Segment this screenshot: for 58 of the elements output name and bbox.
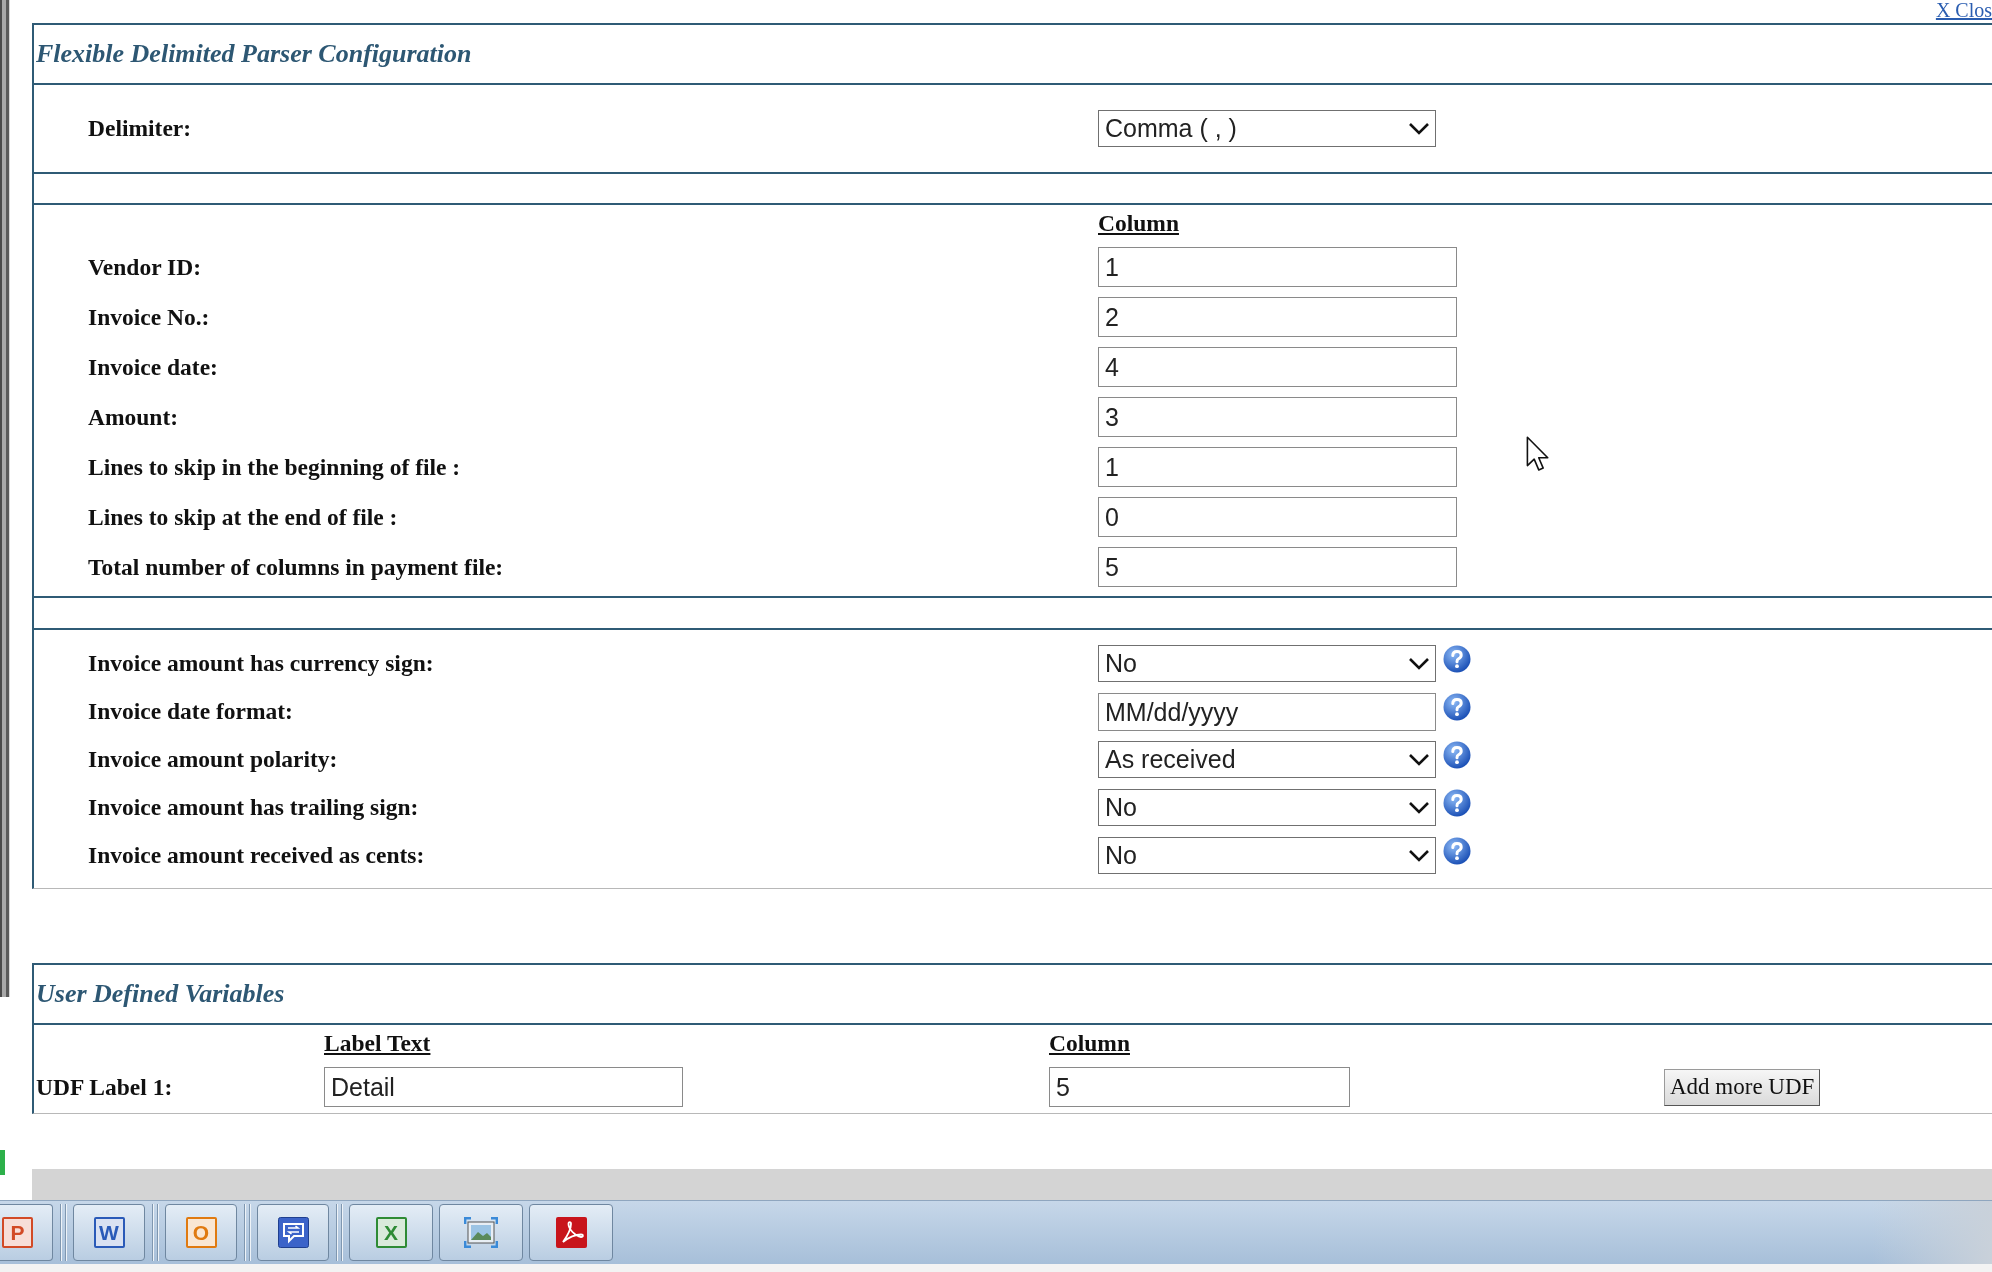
close-link[interactable]: X Clos (1935, 0, 1992, 20)
chat-arrows-icon (277, 1217, 309, 1248)
column-input[interactable]: 3 (1098, 397, 1457, 437)
field-label: Invoice amount has trailing sign: (88, 794, 419, 821)
column-header: Column (1049, 1030, 1130, 1057)
field-label: Lines to skip at the end of file : (88, 503, 398, 531)
mouse-pointer-icon (1526, 436, 1551, 473)
field-label: Vendor ID: (88, 253, 201, 281)
edge-mark-icon (0, 1150, 5, 1175)
column-input[interactable]: 1 (1098, 447, 1457, 487)
column-input[interactable]: 4 (1098, 347, 1457, 387)
help-icon[interactable] (1443, 789, 1471, 817)
chevron-down-icon (1408, 122, 1430, 135)
column-header: Column (1098, 210, 1179, 237)
field-label: Invoice amount has currency sign: (88, 650, 434, 677)
field-label: Total number of columns in payment file: (88, 553, 504, 581)
pdf-icon (555, 1217, 587, 1248)
field-label: Amount: (88, 403, 179, 431)
add-udf-button[interactable]: Add more UDF (1664, 1068, 1821, 1106)
letter-tile-icon: P (2, 1217, 33, 1248)
column-input[interactable]: 2 (1098, 297, 1457, 337)
column-input[interactable]: 5 (1049, 1067, 1350, 1107)
taskbar-button[interactable] (529, 1204, 613, 1261)
field-label: Invoice date: (88, 353, 218, 381)
field-label: UDF Label 1: (36, 1073, 173, 1101)
dropdown[interactable]: Comma ( , ) (1098, 110, 1436, 147)
column-input[interactable]: 0 (1098, 497, 1457, 537)
help-icon[interactable] (1443, 645, 1471, 673)
field-label: Lines to skip in the beginning of file : (88, 453, 461, 481)
taskbar-button[interactable] (257, 1204, 329, 1261)
dropdown[interactable]: No (1098, 837, 1436, 874)
picture-icon (464, 1217, 498, 1248)
label-text-input[interactable]: Detail (324, 1067, 683, 1107)
field-label: Invoice No.: (88, 303, 210, 331)
help-icon[interactable] (1443, 693, 1471, 721)
panel-title: User Defined Variables (36, 979, 285, 1009)
help-icon[interactable] (1443, 837, 1471, 865)
letter-tile-icon: O (185, 1217, 217, 1248)
taskbar-button[interactable]: W (73, 1204, 145, 1261)
field-label: Invoice amount received as cents: (88, 842, 425, 869)
panel-title: Flexible Delimited Parser Configuration (36, 39, 472, 69)
column-input[interactable]: 1 (1098, 247, 1457, 287)
letter-tile-icon: W (93, 1217, 125, 1248)
column-header: Label Text (324, 1030, 431, 1057)
field-label: Invoice date format: (88, 698, 293, 725)
help-icon[interactable] (1443, 741, 1471, 769)
field-label: Invoice amount polarity: (88, 746, 338, 773)
letter-tile-icon: X (375, 1217, 407, 1248)
dropdown[interactable]: No (1098, 645, 1436, 682)
field-label: Delimiter: (88, 115, 192, 142)
chevron-down-icon (1408, 801, 1430, 814)
column-input[interactable]: 5 (1098, 547, 1457, 587)
chevron-down-icon (1408, 849, 1430, 862)
chevron-down-icon (1408, 657, 1430, 670)
dropdown[interactable]: No (1098, 789, 1436, 826)
dropdown[interactable]: As received (1098, 741, 1436, 778)
chevron-down-icon (1408, 753, 1430, 766)
text-input[interactable]: MM/dd/yyyy (1098, 693, 1436, 731)
